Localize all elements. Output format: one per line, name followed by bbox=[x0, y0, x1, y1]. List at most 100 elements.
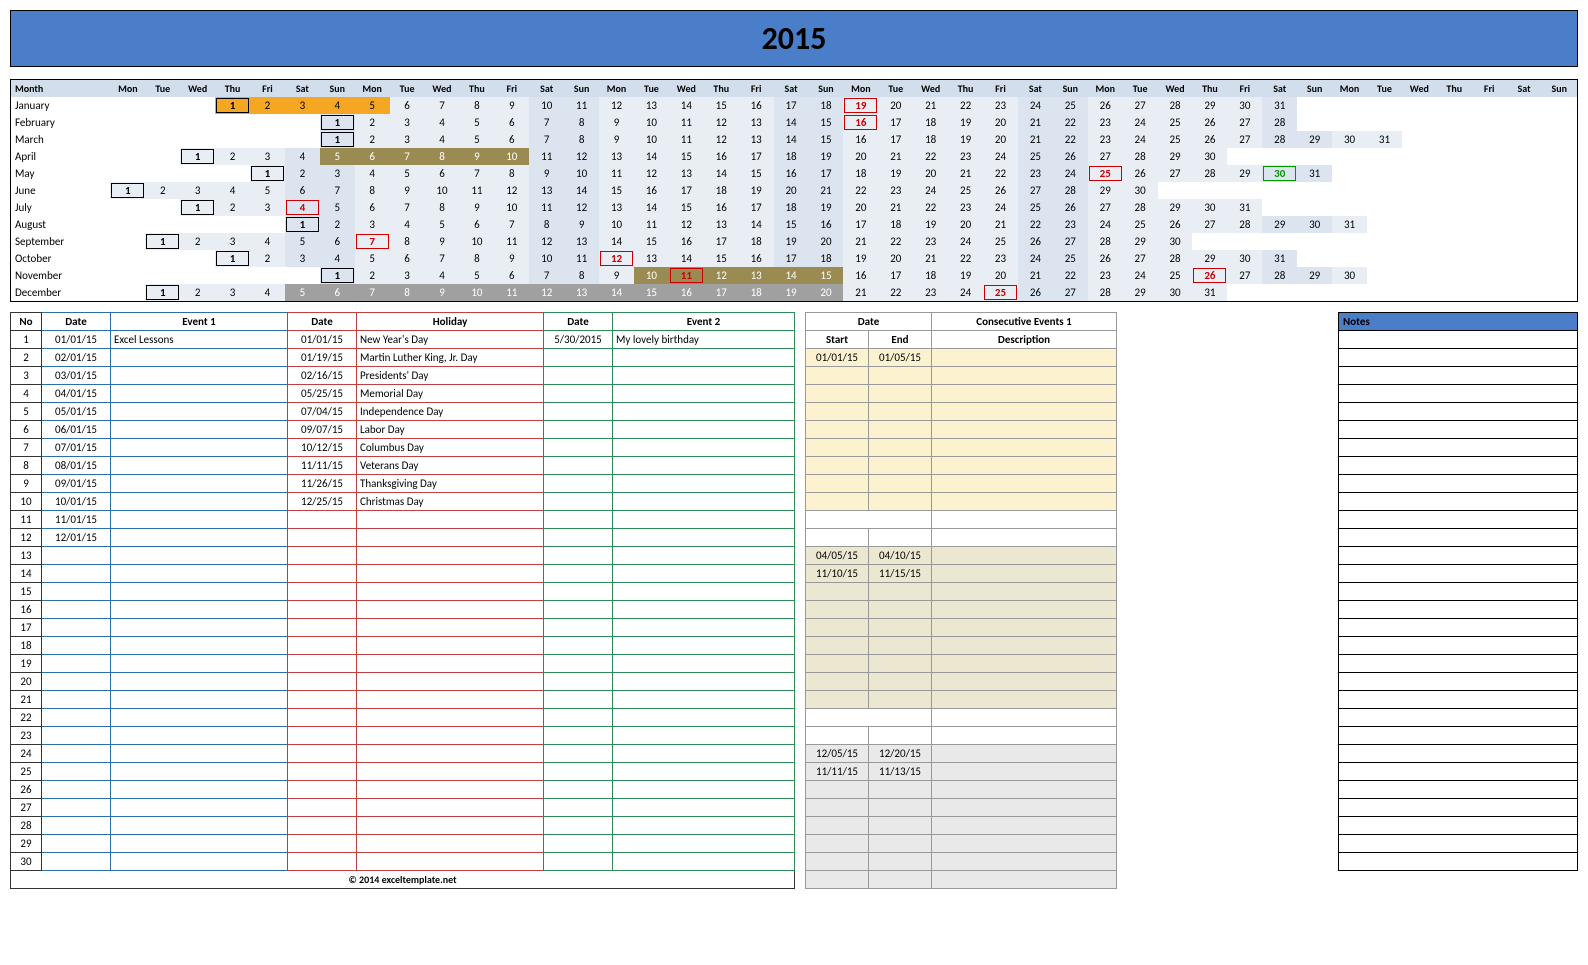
notes-row[interactable] bbox=[1339, 367, 1578, 385]
cons-row[interactable] bbox=[806, 493, 1117, 511]
day-cell[interactable]: 23 bbox=[913, 284, 948, 301]
day-cell[interactable]: 20 bbox=[809, 233, 844, 250]
day-cell[interactable]: 21 bbox=[843, 284, 878, 301]
notes-row[interactable] bbox=[1339, 475, 1578, 493]
event-row[interactable]: 21 bbox=[11, 691, 795, 709]
event-row[interactable]: 1212/01/15 bbox=[11, 529, 795, 547]
day-cell[interactable]: 9 bbox=[599, 114, 634, 131]
day-cell[interactable]: 13 bbox=[669, 165, 704, 182]
day-cell[interactable]: 2 bbox=[320, 216, 355, 233]
day-cell[interactable]: 1 bbox=[215, 97, 250, 114]
day-cell[interactable]: 28 bbox=[1123, 199, 1158, 216]
day-cell[interactable]: 26 bbox=[1192, 267, 1227, 284]
day-cell[interactable]: 1 bbox=[320, 114, 355, 131]
event-row[interactable]: 18 bbox=[11, 637, 795, 655]
notes-row[interactable] bbox=[1339, 763, 1578, 781]
day-cell[interactable]: 24 bbox=[948, 233, 983, 250]
day-cell[interactable]: 8 bbox=[459, 97, 494, 114]
day-cell[interactable]: 9 bbox=[599, 267, 634, 284]
day-cell[interactable]: 10 bbox=[459, 233, 494, 250]
day-cell[interactable]: 6 bbox=[494, 267, 529, 284]
day-cell[interactable]: 11 bbox=[529, 148, 564, 165]
event-row[interactable]: 28 bbox=[11, 817, 795, 835]
cons-row[interactable] bbox=[806, 583, 1117, 601]
day-cell[interactable]: 25 bbox=[1053, 97, 1088, 114]
day-cell[interactable]: 14 bbox=[669, 250, 704, 267]
day-cell[interactable]: 5 bbox=[390, 165, 425, 182]
day-cell[interactable]: 16 bbox=[843, 131, 878, 148]
day-cell[interactable]: 8 bbox=[390, 284, 425, 301]
day-cell[interactable]: 12 bbox=[494, 182, 529, 199]
event-row[interactable]: 101/01/15Excel Lessons01/01/15New Year's… bbox=[11, 331, 795, 349]
day-cell[interactable]: 18 bbox=[913, 114, 948, 131]
day-cell[interactable]: 7 bbox=[425, 97, 460, 114]
cons-row[interactable]: 01/01/1501/05/15 bbox=[806, 349, 1117, 367]
day-cell[interactable]: 26 bbox=[1018, 233, 1053, 250]
event-row[interactable]: 16 bbox=[11, 601, 795, 619]
day-cell[interactable]: 10 bbox=[529, 97, 564, 114]
day-cell[interactable]: 18 bbox=[913, 267, 948, 284]
cons-row[interactable] bbox=[806, 475, 1117, 493]
day-cell[interactable]: 15 bbox=[669, 199, 704, 216]
day-cell[interactable]: 12 bbox=[599, 97, 634, 114]
day-cell[interactable]: 2 bbox=[180, 233, 215, 250]
day-cell[interactable]: 13 bbox=[599, 148, 634, 165]
day-cell[interactable]: 18 bbox=[739, 284, 774, 301]
day-cell[interactable]: 19 bbox=[948, 114, 983, 131]
day-cell[interactable]: 14 bbox=[599, 284, 634, 301]
day-cell[interactable]: 30 bbox=[1158, 284, 1193, 301]
event-row[interactable]: 909/01/1511/26/15Thanksgiving Day bbox=[11, 475, 795, 493]
cons-row[interactable] bbox=[806, 457, 1117, 475]
day-cell[interactable]: 24 bbox=[1123, 114, 1158, 131]
day-cell[interactable]: 6 bbox=[355, 148, 390, 165]
day-cell[interactable]: 1 bbox=[145, 233, 180, 250]
day-cell[interactable]: 27 bbox=[1088, 199, 1123, 216]
day-cell[interactable]: 2 bbox=[215, 148, 250, 165]
day-cell[interactable]: 7 bbox=[529, 114, 564, 131]
day-cell[interactable]: 4 bbox=[425, 114, 460, 131]
day-cell[interactable]: 15 bbox=[669, 148, 704, 165]
cons-row[interactable] bbox=[806, 673, 1117, 691]
day-cell[interactable]: 21 bbox=[948, 165, 983, 182]
day-cell[interactable]: 6 bbox=[494, 131, 529, 148]
day-cell[interactable]: 30 bbox=[1227, 97, 1262, 114]
event-row[interactable]: 27 bbox=[11, 799, 795, 817]
day-cell[interactable]: 6 bbox=[355, 199, 390, 216]
day-cell[interactable]: 31 bbox=[1367, 131, 1402, 148]
day-cell[interactable]: 16 bbox=[669, 284, 704, 301]
cons-row[interactable] bbox=[806, 871, 1117, 889]
day-cell[interactable]: 8 bbox=[425, 199, 460, 216]
day-cell[interactable]: 8 bbox=[529, 216, 564, 233]
day-cell[interactable]: 31 bbox=[1262, 97, 1297, 114]
day-cell[interactable]: 9 bbox=[529, 165, 564, 182]
day-cell[interactable]: 8 bbox=[494, 165, 529, 182]
day-cell[interactable]: 24 bbox=[983, 199, 1018, 216]
day-cell[interactable]: 10 bbox=[494, 199, 529, 216]
day-cell[interactable]: 21 bbox=[843, 233, 878, 250]
consecutive-events-table[interactable]: DateConsecutive Events 1StartEndDescript… bbox=[805, 312, 1117, 889]
day-cell[interactable]: 26 bbox=[1123, 165, 1158, 182]
day-cell[interactable]: 9 bbox=[459, 148, 494, 165]
day-cell[interactable]: 8 bbox=[459, 250, 494, 267]
event-row[interactable]: 14 bbox=[11, 565, 795, 583]
day-cell[interactable]: 23 bbox=[1088, 114, 1123, 131]
day-cell[interactable]: 5 bbox=[285, 233, 320, 250]
day-cell[interactable]: 7 bbox=[459, 165, 494, 182]
day-cell[interactable]: 25 bbox=[983, 233, 1018, 250]
day-cell[interactable]: 20 bbox=[843, 199, 878, 216]
day-cell[interactable]: 13 bbox=[599, 199, 634, 216]
day-cell[interactable]: 5 bbox=[459, 267, 494, 284]
day-cell[interactable]: 13 bbox=[634, 250, 669, 267]
day-cell[interactable]: 28 bbox=[1158, 250, 1193, 267]
day-cell[interactable]: 15 bbox=[599, 182, 634, 199]
day-cell[interactable]: 17 bbox=[704, 284, 739, 301]
day-cell[interactable]: 18 bbox=[843, 165, 878, 182]
day-cell[interactable]: 3 bbox=[180, 182, 215, 199]
day-cell[interactable]: 5 bbox=[320, 199, 355, 216]
day-cell[interactable]: 3 bbox=[215, 284, 250, 301]
day-cell[interactable]: 27 bbox=[1088, 148, 1123, 165]
day-cell[interactable]: 30 bbox=[1332, 131, 1367, 148]
day-cell[interactable]: 6 bbox=[494, 114, 529, 131]
day-cell[interactable]: 12 bbox=[564, 199, 599, 216]
event-row[interactable]: 25 bbox=[11, 763, 795, 781]
